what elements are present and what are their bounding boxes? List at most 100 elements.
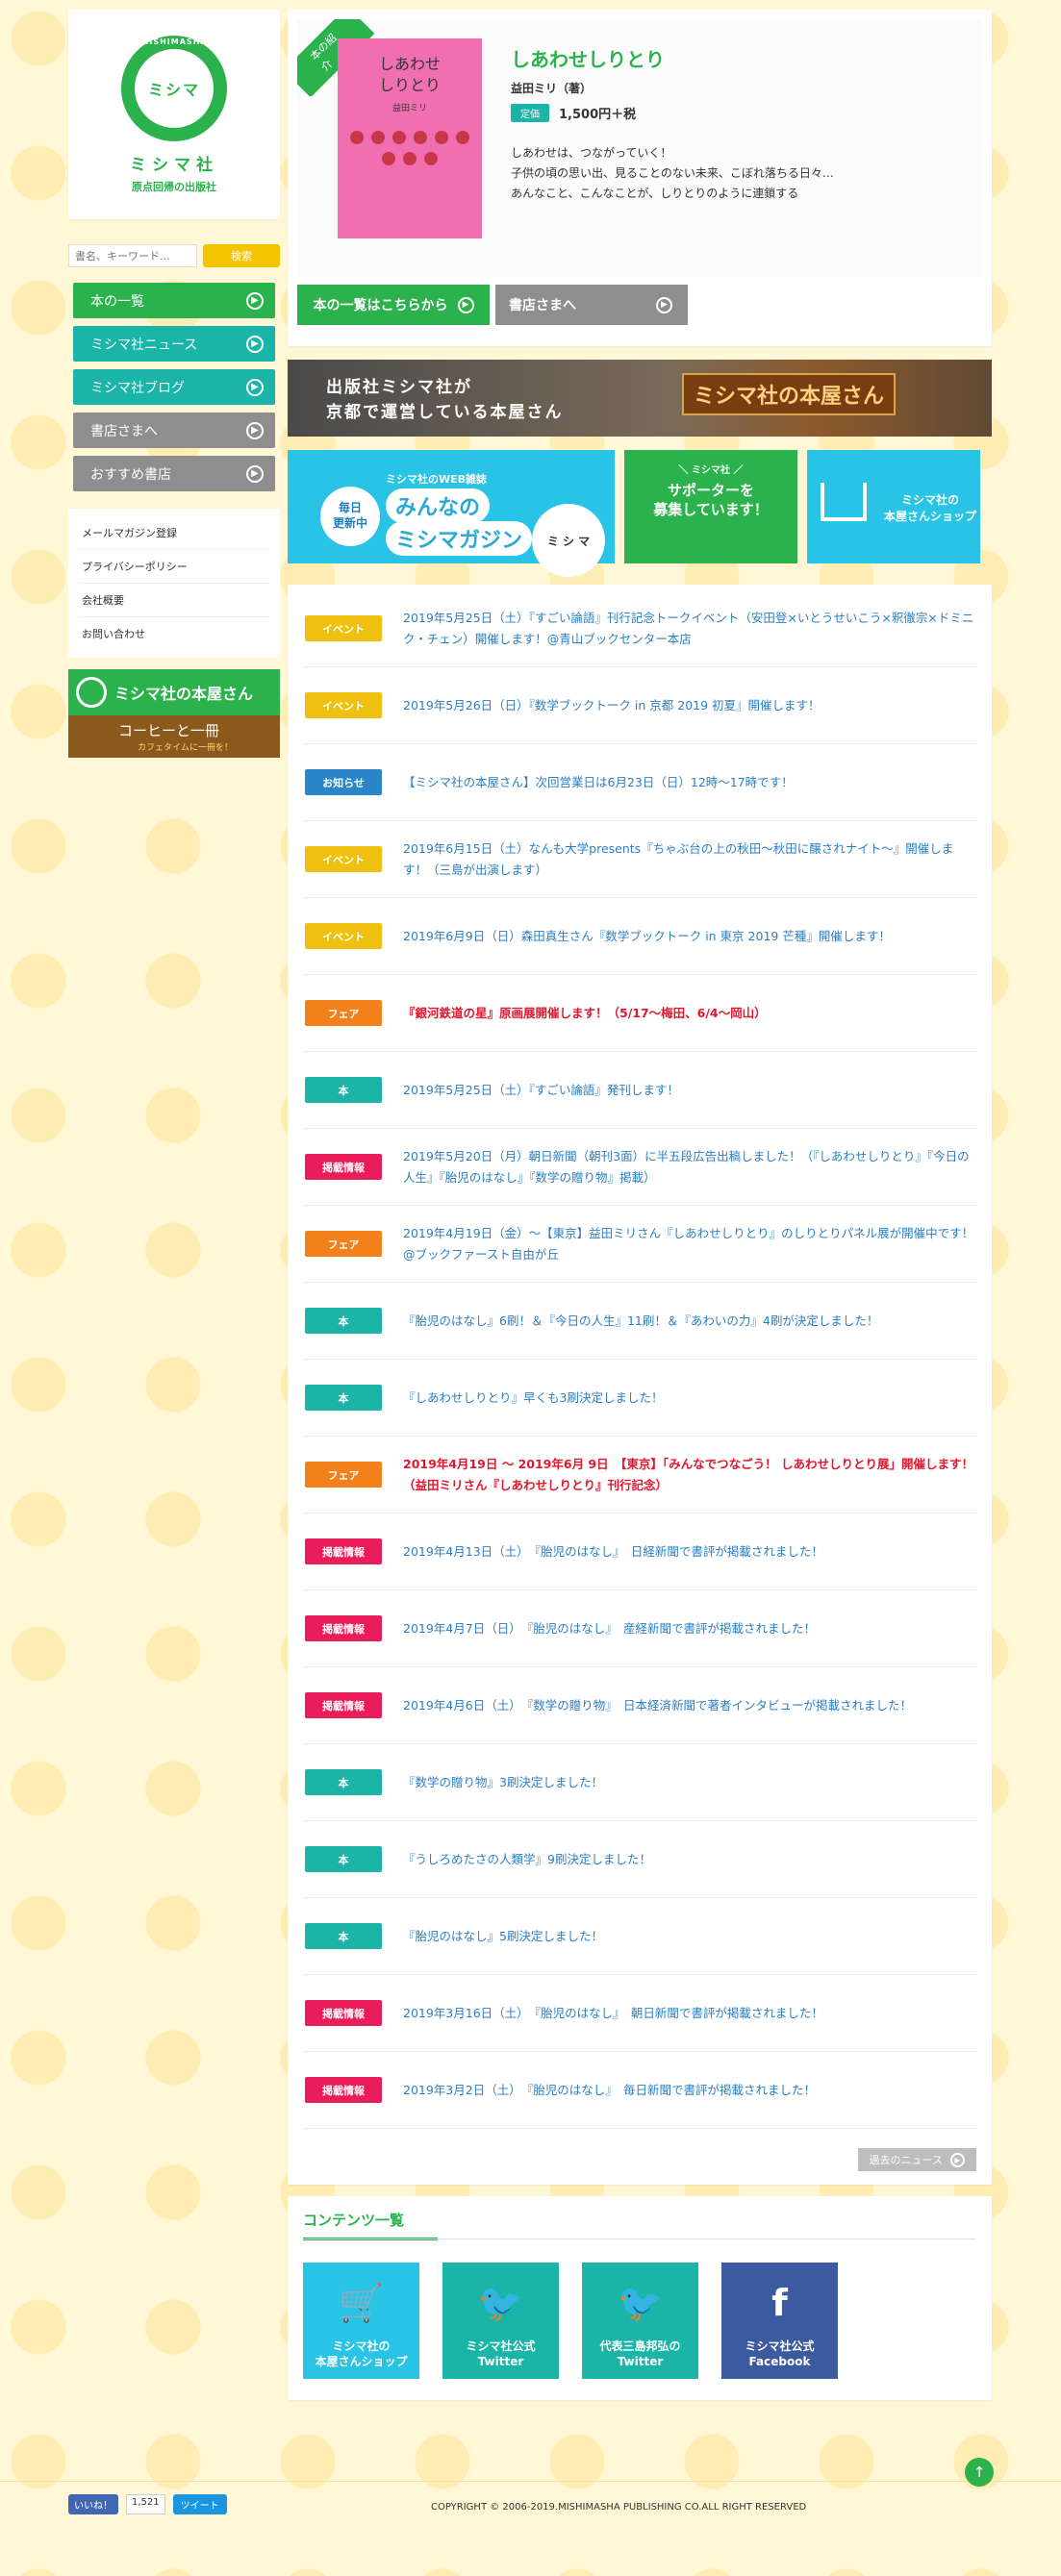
side-banner-shop[interactable]: ミシマ社の本屋さん	[68, 669, 280, 715]
content-tile-label: ミシマ社の 本屋さんショップ	[315, 2338, 408, 2368]
news-link[interactable]: 【ミシマ社の本屋さん】次回営業日は6月23日（日）12時〜17時です！	[403, 772, 794, 792]
search-button[interactable]: 検索	[203, 244, 280, 267]
news-link[interactable]: 2019年4月13日（土） 『胎児のはなし』 日経新聞で書評が掲載されました！	[403, 1541, 823, 1562]
bookstore-button-label: 書店さまへ	[509, 298, 576, 313]
news-item[interactable]: 本 『しあわせしりとり』早くも3刷決定しました！	[303, 1360, 976, 1437]
category-badge: フェア	[305, 1231, 382, 1257]
magazine-banner[interactable]: 毎日 更新中 ミシマ社のWEB雑誌 みんなの ミシマガジン ミ シ マ	[288, 450, 615, 577]
news-link[interactable]: 2019年6月15日（土）なんも大学presents『ちゃぶ台の上の秋田〜秋田に…	[403, 838, 976, 880]
news-link[interactable]: 2019年5月26日（日）『数学ブックトーク in 京都 2019 初夏』開催し…	[403, 695, 821, 715]
supporter-title: サポーターを 募集しています！	[653, 482, 769, 518]
news-link[interactable]: 『銀河鉄道の星』原画展開催します！（5/17〜梅田、6/4〜岡山）	[403, 1003, 767, 1023]
photo-banner-line2: 京都で運営している本屋さん	[326, 403, 564, 422]
news-item[interactable]: 本 『うしろめたさの人類学』9刷決定しました！	[303, 1821, 976, 1898]
news-item[interactable]: イベント 2019年5月26日（日）『数学ブックトーク in 京都 2019 初夏…	[303, 667, 976, 744]
featured-book: 本の紹介 しあわせ しりとり 益田ミリ しあわせしりとり 益田ミリ（著） 定価 1…	[288, 10, 992, 346]
social-buttons: いいね！ 1,521 ツイート	[68, 2494, 227, 2514]
book-list-button-label: 本の一覧はこちらから	[313, 298, 448, 313]
news-more: 過去のニュース ▶	[303, 2129, 976, 2185]
category-badge: 本	[305, 1308, 382, 1334]
news-item[interactable]: イベント 2019年6月9日（日）森田真生さん『数学ブックトーク in 東京 20…	[303, 898, 976, 975]
facebook-like-button[interactable]: いいね！	[68, 2494, 118, 2514]
news-item[interactable]: 掲載情報 2019年4月6日（土） 『数学の贈り物』 日本経済新聞で著者インタビュ…	[303, 1667, 976, 1744]
bookstore-photo-banner[interactable]: 出版社ミシマ社が 京都で運営している本屋さん ミシマ社の本屋さん	[288, 360, 992, 437]
news-link[interactable]: 2019年3月2日（土） 『胎児のはなし』 毎日新聞で書評が掲載されました！	[403, 2080, 816, 2100]
news-item[interactable]: 掲載情報 2019年4月7日（日） 『胎児のはなし』 産経新聞で書評が掲載されまし…	[303, 1590, 976, 1667]
twitter-icon: 🐦	[617, 2282, 664, 2325]
news-item[interactable]: フェア 2019年4月19日 〜 2019年6月 9日 【東京】「みんなでつなごう…	[303, 1437, 976, 1513]
news-link[interactable]: 2019年5月20日（月）朝日新聞（朝刊3面）に半五段広告出稿しました！（『しあ…	[403, 1146, 976, 1188]
news-link[interactable]: 『数学の贈り物』3刷決定しました！	[403, 1772, 603, 1792]
nav-item-label: 書店さまへ	[90, 423, 158, 439]
content-tile[interactable]: f ミシマ社公式 Facebook	[721, 2263, 838, 2379]
footer-link[interactable]: お問い合わせ	[78, 617, 270, 650]
tweet-button[interactable]: ツイート	[172, 2494, 227, 2514]
news-item[interactable]: 本 『胎児のはなし』5刷決定しました！	[303, 1898, 976, 1975]
news-item[interactable]: フェア 『銀河鉄道の星』原画展開催します！（5/17〜梅田、6/4〜岡山）	[303, 975, 976, 1052]
site-logo[interactable]: MISHIMASHA ミシマ ミシマ社 原点回帰の出版社	[68, 10, 280, 219]
content-tile[interactable]: 🐦 ミシマ社公式 Twitter	[442, 2263, 559, 2379]
logo-center-text: ミシマ	[147, 80, 200, 99]
divider	[0, 2481, 1061, 2482]
news-link[interactable]: 『胎児のはなし』5刷決定しました！	[403, 1926, 603, 1946]
back-to-top-icon[interactable]: ↑	[965, 2458, 994, 2487]
category-badge: 掲載情報	[305, 1692, 382, 1718]
news-item[interactable]: 掲載情報 2019年5月20日（月）朝日新聞（朝刊3面）に半五段広告出稿しました！…	[303, 1129, 976, 1206]
news-item[interactable]: イベント 2019年6月15日（土）なんも大学presents『ちゃぶ台の上の秋田…	[303, 821, 976, 898]
content-tile[interactable]: 🛒 ミシマ社の 本屋さんショップ	[303, 2263, 419, 2379]
book-info: しあわせしりとり 益田ミリ（著） 定価 1,500円＋税 しあわせは、つながって…	[511, 44, 963, 204]
footer-link[interactable]: 会社概要	[78, 584, 270, 617]
shop-banner[interactable]: ミシマ社の 本屋さんショップ	[807, 450, 980, 563]
nav-item[interactable]: ミシマ社ニュース ▶	[73, 326, 275, 362]
divider	[303, 2238, 976, 2239]
past-news-button[interactable]: 過去のニュース ▶	[857, 2148, 976, 2171]
category-badge: 本	[305, 1769, 382, 1795]
footer-link[interactable]: プライバシーポリシー	[78, 550, 270, 584]
news-link[interactable]: 2019年5月25日（土）『すごい論語』発刊します！	[403, 1080, 679, 1100]
news-link[interactable]: 『うしろめたさの人類学』9刷決定しました！	[403, 1849, 651, 1869]
news-link[interactable]: 『しあわせしりとり』早くも3刷決定しました！	[403, 1388, 663, 1408]
news-link[interactable]: 2019年6月9日（日）森田真生さん『数学ブックトーク in 東京 2019 芒…	[403, 926, 891, 946]
category-badge: お知らせ	[305, 769, 382, 795]
footer-link[interactable]: メールマガジン登録	[78, 516, 270, 550]
feature-buttons: 本の一覧はこちらから ▶ 書店さまへ ▶	[297, 285, 982, 325]
book-cover[interactable]: しあわせ しりとり 益田ミリ	[338, 38, 482, 238]
news-link[interactable]: 2019年4月19日（金）〜【東京】益田ミリさん『しあわせしりとり』のしりとりパ…	[403, 1223, 976, 1264]
news-item[interactable]: 本 2019年5月25日（土）『すごい論語』発刊します！	[303, 1052, 976, 1129]
side-banner-coffee-label: コーヒーと一冊	[118, 722, 220, 739]
arrow-right-icon: ▶	[246, 378, 264, 396]
search-input[interactable]	[68, 244, 197, 267]
news-link[interactable]: 2019年4月19日 〜 2019年6月 9日 【東京】「みんなでつなごう！ し…	[403, 1454, 976, 1495]
news-item[interactable]: フェア 2019年4月19日（金）〜【東京】益田ミリさん『しあわせしりとり』のしり…	[303, 1206, 976, 1283]
news-item[interactable]: 本 『胎児のはなし』6刷！＆『今日の人生』11刷！＆『あわいの力』4刷が決定しまし…	[303, 1283, 976, 1360]
bookstore-button[interactable]: 書店さまへ ▶	[495, 285, 688, 325]
news-link[interactable]: 2019年3月16日（土） 『胎児のはなし』 朝日新聞で書評が掲載されました！	[403, 2003, 823, 2023]
nav-item[interactable]: ミシマ社ブログ ▶	[73, 369, 275, 405]
news-link[interactable]: 2019年5月25日（土）『すごい論語』刊行記念トークイベント（安田登×いとうせ…	[403, 608, 976, 649]
nav-item[interactable]: おすすめ書店 ▶	[73, 456, 275, 491]
desc-line: 子供の頃の思い出、見ることのない未来、こぼれ落ちる日々…	[511, 166, 834, 180]
magazine-title-line1: みんなの	[386, 488, 491, 523]
content-tile[interactable]: 🐦 代表三島邦弘の Twitter	[582, 2263, 698, 2379]
like-count: 1,521	[126, 2494, 165, 2514]
category-badge: 本	[305, 1077, 382, 1103]
book-title[interactable]: しあわせしりとり	[511, 44, 963, 72]
news-link[interactable]: 2019年4月7日（日） 『胎児のはなし』 産経新聞で書評が掲載されました！	[403, 1618, 816, 1638]
news-link[interactable]: 2019年4月6日（土） 『数学の贈り物』 日本経済新聞で著者インタビューが掲載…	[403, 1695, 912, 1715]
nav-item[interactable]: 本の一覧 ▶	[73, 283, 275, 318]
news-item[interactable]: 掲載情報 2019年4月13日（土） 『胎児のはなし』 日経新聞で書評が掲載されま…	[303, 1513, 976, 1590]
news-link[interactable]: 『胎児のはなし』6刷！＆『今日の人生』11刷！＆『あわいの力』4刷が決定しました…	[403, 1311, 878, 1331]
arrow-right-icon: ▶	[246, 464, 264, 483]
news-item[interactable]: 掲載情報 2019年3月2日（土） 『胎児のはなし』 毎日新聞で書評が掲載されまし…	[303, 2052, 976, 2129]
news-item[interactable]: お知らせ 【ミシマ社の本屋さん】次回営業日は6月23日（日）12時〜17時です！	[303, 744, 976, 821]
book-list-button[interactable]: 本の一覧はこちらから ▶	[297, 285, 490, 325]
nav-item[interactable]: 書店さまへ ▶	[73, 413, 275, 448]
contents-heading: コンテンツ一覧	[303, 2210, 438, 2240]
news-item[interactable]: 本 『数学の贈り物』3刷決定しました！	[303, 1744, 976, 1821]
side-banner-coffee[interactable]: コーヒーと一冊 カフェタイムに一冊を！	[68, 715, 280, 758]
news-item[interactable]: イベント 2019年5月25日（土）『すごい論語』刊行記念トークイベント（安田登×…	[303, 590, 976, 667]
news-item[interactable]: 掲載情報 2019年3月16日（土） 『胎児のはなし』 朝日新聞で書評が掲載されま…	[303, 1975, 976, 2052]
logo-emblem: MISHIMASHA ミシマ	[121, 35, 227, 141]
magazine-title-line2: ミシマガジン	[386, 521, 533, 556]
supporter-banner[interactable]: ＼ ミシマ社 ／ サポーターを 募集しています！	[624, 450, 797, 563]
